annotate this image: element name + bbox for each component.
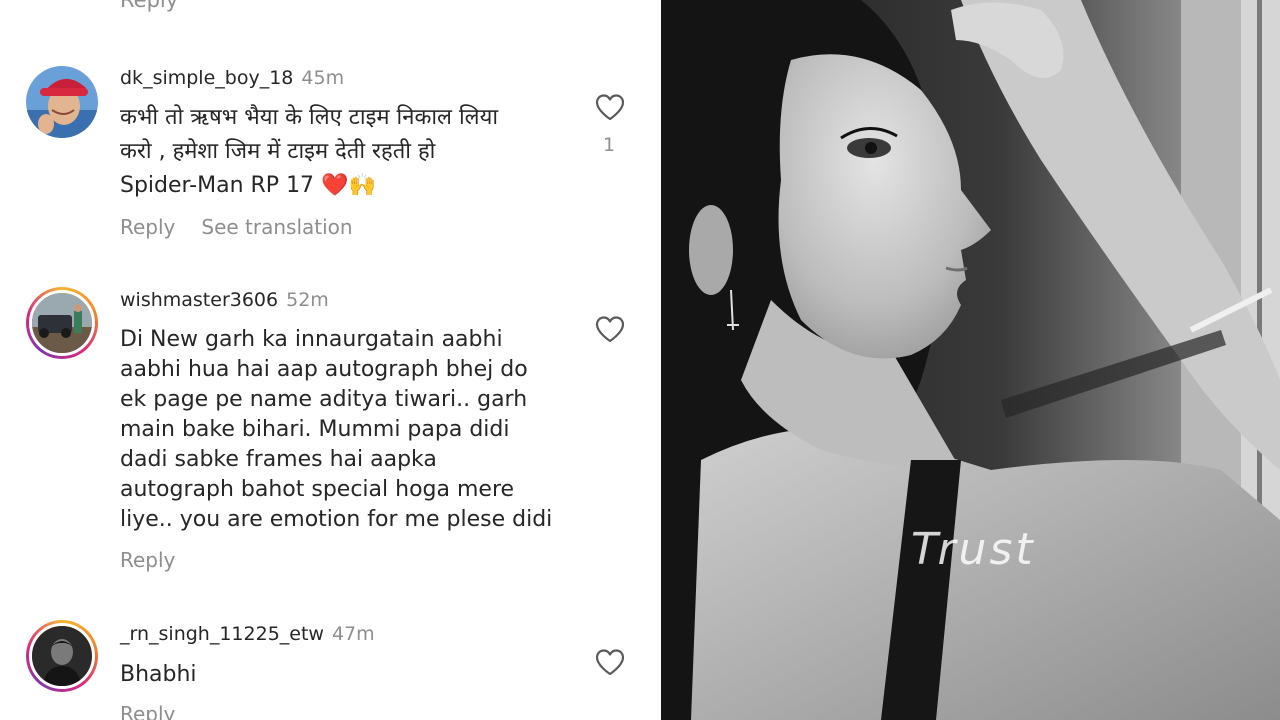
comment-text: कभी तो ऋषभ भैया के लिए टाइम निकाल लिया क… xyxy=(120,103,570,201)
comment-actions: Reply See translation xyxy=(120,215,379,239)
reply-button[interactable]: Reply xyxy=(120,215,175,239)
comment-line: करो , हमेशा जिम में टाइम देती रहती हो xyxy=(120,139,436,164)
comment-line: main bake bihari. Mummi papa didi xyxy=(120,417,510,442)
comment-text: Di New garh ka innaurgatain aabhi aabhi … xyxy=(120,325,570,535)
photo-image xyxy=(661,0,1280,720)
timestamp: 47m xyxy=(331,623,375,645)
avatar-frame xyxy=(29,623,95,689)
screen: Reply dk_simple_boy_18 45m कभी तो ऋषभ भैय… xyxy=(0,0,1280,720)
avatar-image xyxy=(32,293,92,353)
comment-line: Bhabhi xyxy=(120,662,197,687)
reply-button[interactable]: Reply xyxy=(120,548,175,572)
comment-line: Spider-Man RP 17 ❤️🙌 xyxy=(120,173,376,198)
reply-button[interactable]: Reply xyxy=(120,0,178,12)
avatar-frame xyxy=(29,290,95,356)
comment-line: aabhi hua hai aap autograph bhej do xyxy=(120,357,528,382)
comment-line: autograph bahot special hoga mere xyxy=(120,477,515,502)
avatar[interactable] xyxy=(26,66,98,138)
see-translation-button[interactable]: See translation xyxy=(201,215,352,239)
comment-text: Bhabhi xyxy=(120,660,570,690)
comment-line: कभी तो ऋषभ भैया के लिए टाइम निकाल लिया xyxy=(120,105,499,130)
avatar[interactable] xyxy=(26,287,98,359)
comment-actions: Reply xyxy=(120,702,201,720)
username[interactable]: wishmaster3606 xyxy=(120,289,278,311)
comment-line: ek page pe name aditya tiwari.. garh xyxy=(120,387,528,412)
avatar-image xyxy=(32,626,92,686)
comment-header: wishmaster3606 52m xyxy=(120,289,329,311)
username[interactable]: dk_simple_boy_18 xyxy=(120,67,293,89)
comment-line: Di New garh ka innaurgatain aabhi xyxy=(120,327,503,352)
comment-line: dadi sabke frames hai aapka xyxy=(120,447,437,472)
heart-outline-icon[interactable] xyxy=(595,93,625,121)
reply-button[interactable]: Reply xyxy=(120,702,175,720)
watermark-text: Trust xyxy=(911,524,1036,575)
comment-header: dk_simple_boy_18 45m xyxy=(120,67,344,89)
comment-header: _rn_singh_11225_etw 47m xyxy=(120,623,375,645)
comment-actions: Reply xyxy=(120,548,201,572)
heart-outline-icon[interactable] xyxy=(595,315,625,343)
post-photo: Trust xyxy=(661,0,1280,720)
like-count: 1 xyxy=(603,134,616,156)
avatar[interactable] xyxy=(26,620,98,692)
comment-line: liye.. you are emotion for me plese didi xyxy=(120,507,553,532)
timestamp: 52m xyxy=(286,289,329,311)
comments-panel: Reply dk_simple_boy_18 45m कभी तो ऋषभ भैय… xyxy=(0,0,661,720)
timestamp: 45m xyxy=(301,67,345,89)
avatar-image xyxy=(26,66,98,138)
heart-outline-icon[interactable] xyxy=(595,648,625,676)
username[interactable]: _rn_singh_11225_etw xyxy=(120,623,324,645)
